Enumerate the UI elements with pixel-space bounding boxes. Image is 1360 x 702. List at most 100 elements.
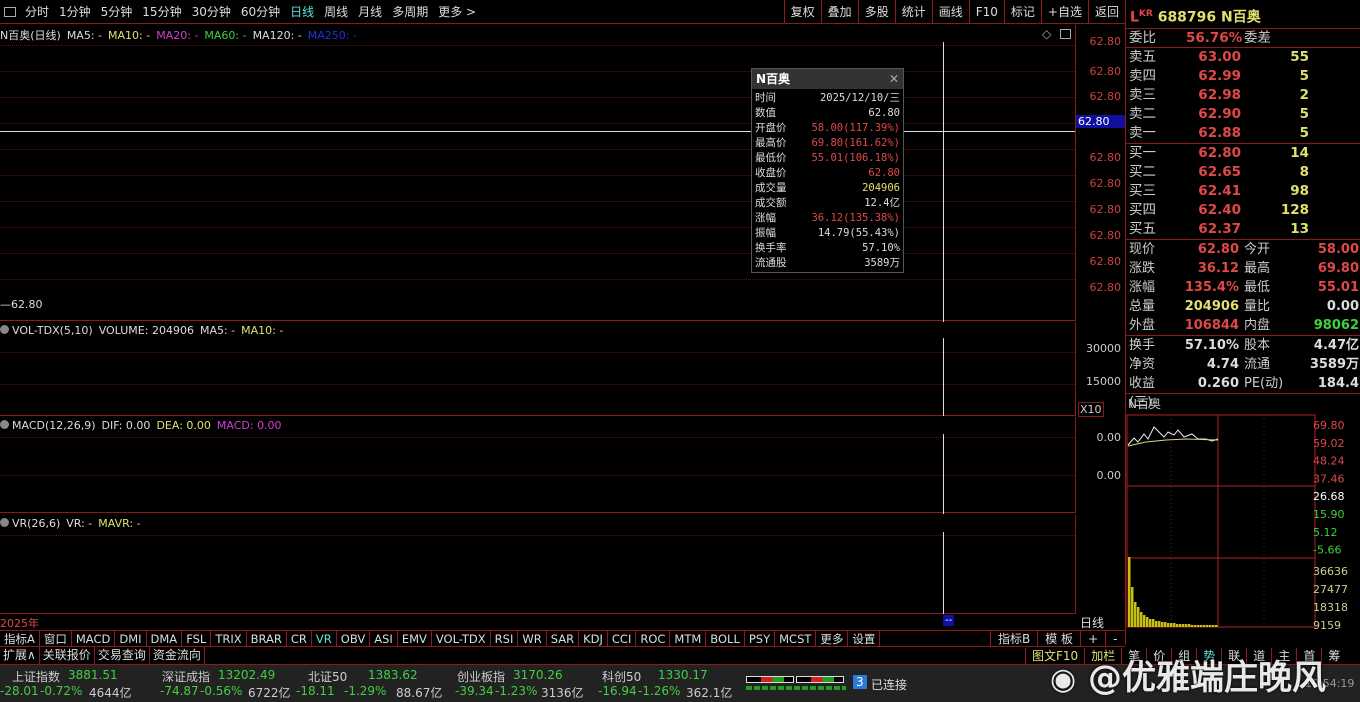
index-name[interactable]: 上证指数 xyxy=(12,668,60,685)
tooltip-key: 成交量 xyxy=(755,182,787,194)
extension-tab[interactable]: 关联报价 xyxy=(40,647,95,664)
indicator-tab[interactable]: FSL xyxy=(182,631,212,646)
indicator-tab[interactable]: EMV xyxy=(398,631,432,646)
macd-chart[interactable]: MACD(12,26,9) DIF: 0.00 DEA: 0.00 MACD: 0.0… xyxy=(0,417,1075,513)
indicator-tab[interactable]: MACD xyxy=(72,631,116,646)
index-value: 13202.49 xyxy=(218,668,276,682)
vr-chart[interactable]: VR(26,6) VR: - MAVR: - xyxy=(0,515,1075,614)
indicator-tab[interactable]: 更多 xyxy=(816,631,849,646)
index-name[interactable]: 科创50 xyxy=(602,668,641,685)
index-name[interactable]: 创业板指 xyxy=(457,668,505,685)
index-change: -18.11 xyxy=(296,684,335,698)
tab-period[interactable]: 1分钟 xyxy=(54,3,96,20)
tab-period[interactable]: 更多 > xyxy=(433,3,481,20)
toolbar-button[interactable]: 返回 xyxy=(1087,0,1125,24)
stat-label: 换手 xyxy=(1129,338,1156,353)
indicator-tab[interactable]: VR xyxy=(312,631,337,646)
order-label: 卖四 xyxy=(1129,68,1156,84)
tab-period[interactable]: 周线 xyxy=(319,3,353,20)
indicator-tab[interactable]: SAR xyxy=(547,631,580,646)
indicator-tab[interactable]: ROC xyxy=(636,631,671,646)
mini-price-tick: -5.66 xyxy=(1313,544,1341,557)
extension-tab[interactable]: 资金流向 xyxy=(150,647,205,664)
order-price: 62.37 xyxy=(1198,221,1241,237)
checkmark-icon[interactable] xyxy=(0,325,9,334)
stat-value: 62.80 xyxy=(1197,242,1239,257)
tab-period[interactable]: 分时 xyxy=(20,3,54,20)
indicator-tab[interactable]: 窗口 xyxy=(40,631,72,646)
order-volume: 14 xyxy=(1290,145,1309,161)
tab-period[interactable]: 60分钟 xyxy=(236,3,285,20)
indicator-right-tab[interactable]: 模 板 xyxy=(1037,631,1080,647)
tab-period[interactable]: 5分钟 xyxy=(96,3,138,20)
price-chart[interactable]: N百奥(日线) MA5: - MA10: - MA20: - MA60: - MA120:… xyxy=(0,25,1075,321)
tab-period[interactable]: 多周期 xyxy=(387,3,433,20)
indicator-tab[interactable]: OBV xyxy=(337,631,371,646)
indicator-tab[interactable]: MCST xyxy=(775,631,817,646)
close-icon[interactable]: ✕ xyxy=(889,69,899,89)
indicator-tab[interactable]: RSI xyxy=(491,631,519,646)
order-label: 卖五 xyxy=(1129,49,1156,65)
mini-volume-bar xyxy=(1215,625,1218,627)
toolbar-button[interactable]: 多股 xyxy=(857,0,895,24)
indicator-tab[interactable]: DMA xyxy=(147,631,183,646)
tab-period[interactable]: 30分钟 xyxy=(187,3,236,20)
index-name[interactable]: 北证50 xyxy=(308,668,347,685)
mini-intraday-chart[interactable]: 69.80 59.02 48.24 37.46 26.68 15.90 5.12 -5.66 3… xyxy=(1126,413,1360,641)
indicator-tab[interactable]: PSY xyxy=(745,631,776,646)
toolbar-button[interactable]: 统计 xyxy=(894,0,932,24)
mini-vol-tick: 27477 xyxy=(1313,583,1348,596)
toolbar-button[interactable]: 标记 xyxy=(1003,0,1041,24)
toolbar-button[interactable]: 复权 xyxy=(783,0,821,24)
indicator-tab[interactable]: CR xyxy=(287,631,312,646)
panel-toggle-icon[interactable] xyxy=(1060,29,1071,39)
indicator-tab[interactable]: KDJ xyxy=(579,631,608,646)
indicator-tab[interactable]: MTM xyxy=(670,631,707,646)
indicator-tab[interactable]: VOL-TDX xyxy=(432,631,491,646)
stat-label: 外盘 xyxy=(1129,318,1156,333)
index-name[interactable]: 深证成指 xyxy=(162,668,210,685)
tooltip-key: 涨幅 xyxy=(755,212,776,224)
indicator-tab[interactable]: ASI xyxy=(370,631,398,646)
price-tick: 62.80 xyxy=(1089,90,1122,103)
connection-status[interactable]: 已连接 xyxy=(871,676,907,693)
price-tick: 62.80 xyxy=(1089,151,1122,164)
indicator-tab[interactable]: 指标A xyxy=(0,631,40,646)
stock-name: N百奥 xyxy=(1221,9,1261,26)
extension-tab[interactable]: 交易查询 xyxy=(95,647,150,664)
mini-price-tick: 69.80 xyxy=(1313,419,1345,432)
indicator-tab[interactable]: BOLL xyxy=(706,631,745,646)
indicator-tab[interactable]: CCI xyxy=(608,631,637,646)
toolbar-button[interactable]: +自选 xyxy=(1040,0,1088,24)
stat-value: 106844 xyxy=(1184,318,1239,333)
tooltip-key: 收盘价 xyxy=(755,167,787,179)
tab-period[interactable]: 月线 xyxy=(353,3,387,20)
index-value: 3881.51 xyxy=(68,668,118,682)
mini-volume-bar xyxy=(1149,619,1152,627)
indicator-right-tab[interactable]: - xyxy=(1105,631,1124,647)
toolbar-button[interactable]: F10 xyxy=(968,0,1004,24)
indicator-right-tab[interactable]: + xyxy=(1080,631,1105,647)
extension-tab[interactable]: 扩展∧ xyxy=(0,647,40,664)
indicator-tab[interactable]: WR xyxy=(518,631,547,646)
gridline xyxy=(0,201,1075,202)
volume-chart[interactable]: VOL-TDX(5,10) VOLUME: 204906 MA5: - MA10: - xyxy=(0,322,1075,416)
tab-period[interactable]: 日线 xyxy=(285,3,319,20)
diamond-icon[interactable]: ◇ xyxy=(1042,27,1051,41)
mini-vol-tick: 36636 xyxy=(1313,565,1348,578)
tab-period[interactable]: 15分钟 xyxy=(137,3,186,20)
order-volume: 8 xyxy=(1299,164,1309,180)
index-pct: -1.26% xyxy=(638,684,681,698)
menu-icon[interactable] xyxy=(4,6,16,17)
indicator-tab[interactable]: 设置 xyxy=(848,631,881,646)
ma-legend: MA10: - xyxy=(108,29,151,42)
checkmark-icon[interactable] xyxy=(0,420,9,429)
toolbar-button[interactable]: 叠加 xyxy=(820,0,858,24)
toolbar-button[interactable]: 画线 xyxy=(931,0,969,24)
indicator-tab[interactable]: DMI xyxy=(115,631,147,646)
period-label[interactable]: 日线 xyxy=(1080,614,1104,631)
indicator-tab[interactable]: TRIX xyxy=(211,631,247,646)
indicator-right-tab[interactable]: 指标B xyxy=(990,631,1037,647)
checkmark-icon[interactable] xyxy=(0,518,9,527)
indicator-tab[interactable]: BRAR xyxy=(247,631,287,646)
